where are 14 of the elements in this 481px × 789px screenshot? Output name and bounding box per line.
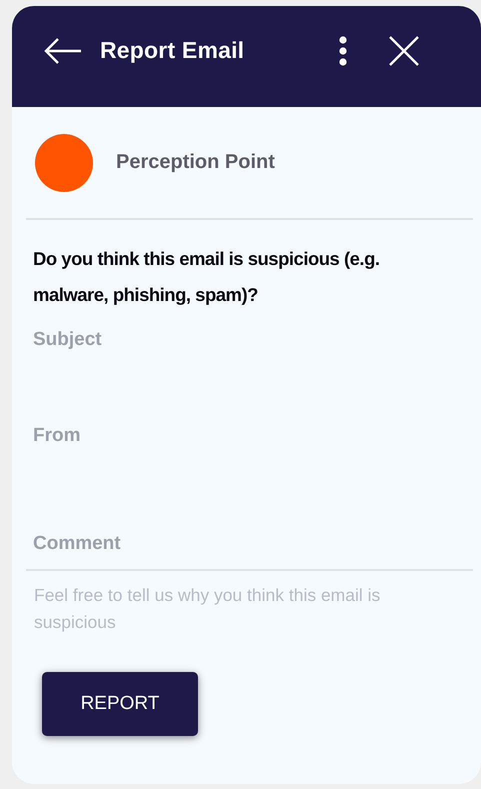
- more-icon: [338, 36, 348, 66]
- back-arrow-icon: [44, 36, 82, 64]
- more-button[interactable]: [338, 36, 348, 66]
- field-label: From: [33, 425, 82, 447]
- window-title: Report Email: [100, 37, 246, 64]
- back-button[interactable]: [44, 36, 82, 64]
- sender-name: Perception Point: [116, 151, 275, 174]
- field-label: Subject: [33, 329, 103, 351]
- field-label: Comment: [33, 533, 122, 555]
- question-text: Do you think this email is suspicious (e.g. malware, phishing, spam)?: [33, 247, 381, 307]
- close-icon: [388, 34, 420, 66]
- close-button[interactable]: [388, 34, 420, 66]
- comment-field[interactable]: Feel free to tell us why you think this email is suspicious: [26, 569, 473, 645]
- report-button[interactable]: REPORT: [42, 672, 198, 736]
